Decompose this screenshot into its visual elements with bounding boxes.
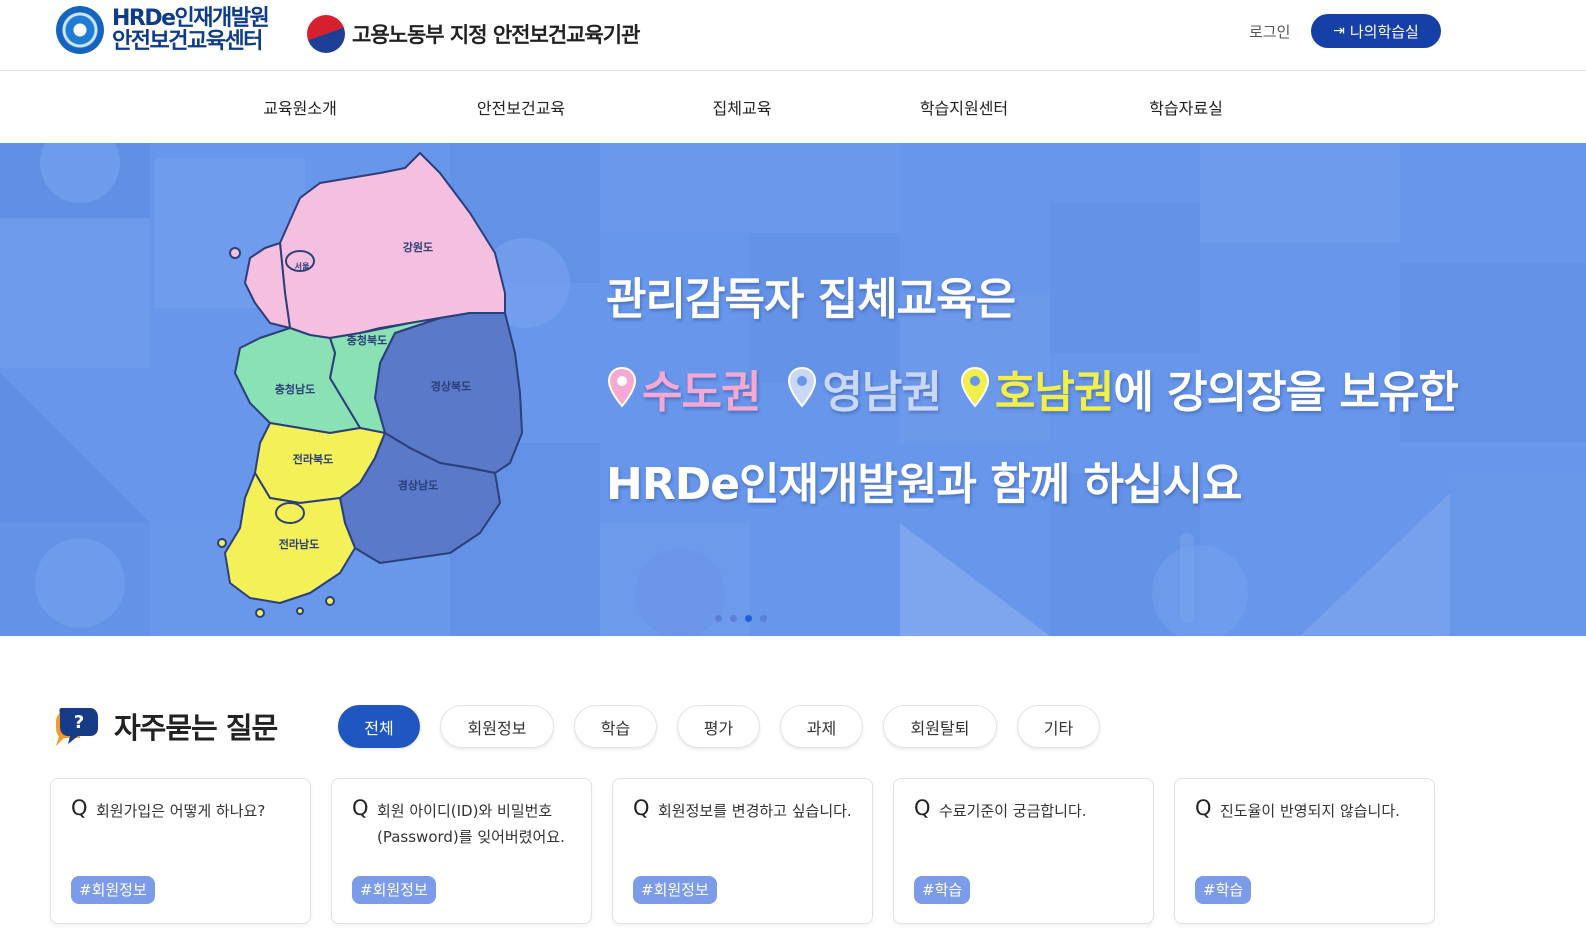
top-header: HRDe인재개발원 안전보건교육센터 고용노동부 지정 안전보건교육기관 로그인… bbox=[0, 0, 1586, 71]
hero-banner[interactable]: 강원도 서울 충청북도 충청남도 경상북도 전라북도 경상남도 전라남도 관리감… bbox=[0, 143, 1586, 636]
region-honam: 호남권 bbox=[994, 367, 1114, 418]
hero-headline-1: 관리감독자 집체교육은 bbox=[606, 274, 1016, 325]
logo-subtitle: 안전보건교육센터 bbox=[112, 29, 263, 54]
logo-emblem-icon bbox=[56, 6, 104, 54]
svg-text:?: ? bbox=[74, 712, 84, 733]
faq-speech-bubble-icon: ? bbox=[56, 708, 98, 746]
faq-question: 수료기준이 궁금합니다. bbox=[939, 802, 1087, 820]
hero-headline-3: HRDe인재개발원과 함께 하십시요 bbox=[606, 459, 1242, 510]
faq-tag[interactable]: #학습 bbox=[914, 876, 971, 904]
my-learning-label: 나의학습실 bbox=[1349, 22, 1419, 41]
slide-dot-2[interactable] bbox=[730, 615, 737, 622]
faq-card[interactable]: Q 회원가입은 어떻게 하나요? #회원정보 bbox=[50, 778, 311, 924]
faq-title: 자주묻는 질문 bbox=[114, 711, 278, 745]
ministry-label: 고용노동부 지정 안전보건교육기관 bbox=[352, 23, 640, 47]
nav-item-group-education[interactable]: 집체교육 bbox=[713, 95, 772, 119]
login-link[interactable]: 로그인 bbox=[1249, 21, 1290, 42]
faq-question: 회원가입은 어떻게 하나요? bbox=[96, 802, 266, 820]
question-mark-label: Q bbox=[71, 796, 88, 820]
map-label-seoul: 서울 bbox=[295, 261, 310, 271]
nav-item-safety-education[interactable]: 안전보건교육 bbox=[477, 95, 565, 119]
slide-dot-4[interactable] bbox=[760, 615, 767, 622]
faq-card[interactable]: Q 진도율이 반영되지 않습니다. #학습 bbox=[1174, 778, 1435, 924]
ministry-badge: 고용노동부 지정 안전보건교육기관 bbox=[307, 15, 640, 53]
slide-dot-3[interactable] bbox=[745, 615, 752, 622]
faq-filter-member-info[interactable]: 회원정보 bbox=[440, 705, 554, 748]
map-label-jeonnam: 전라남도 bbox=[279, 537, 319, 551]
pin-icon-yellow bbox=[960, 366, 989, 408]
map-label-gyeongnam: 경상남도 bbox=[398, 478, 438, 492]
question-mark-label: Q bbox=[633, 796, 650, 820]
faq-filter-etc[interactable]: 기타 bbox=[1017, 705, 1100, 748]
faq-tag[interactable]: #학습 bbox=[1195, 876, 1252, 904]
nav-item-resources[interactable]: 학습자료실 bbox=[1149, 95, 1223, 119]
question-mark-label: Q bbox=[352, 796, 369, 820]
faq-filter-learning[interactable]: 학습 bbox=[574, 705, 657, 748]
faq-filter-evaluation[interactable]: 평가 bbox=[677, 705, 760, 748]
slide-dot-1[interactable] bbox=[715, 615, 722, 622]
slide-indicator bbox=[715, 615, 767, 622]
main-navigation: 교육원소개 안전보건교육 집체교육 학습지원센터 학습자료실 bbox=[0, 71, 1586, 143]
faq-header: ? 자주묻는 질문 bbox=[50, 704, 278, 748]
region-seoul-metro: 수도권 bbox=[642, 367, 761, 418]
faq-filter-all[interactable]: 전체 bbox=[338, 705, 420, 748]
map-label-chungnam: 충청남도 bbox=[275, 382, 315, 396]
faq-card[interactable]: Q 회원 아이디(ID)와 비밀번호(Password)를 잊어버렸어요. #회… bbox=[331, 778, 592, 924]
region-yeongnam: 영남권 bbox=[822, 367, 941, 418]
faq-filter-withdrawal[interactable]: 회원탈퇴 bbox=[883, 705, 997, 748]
pin-icon-pink bbox=[607, 366, 637, 408]
map-label-chungbuk: 충청북도 bbox=[347, 333, 387, 347]
question-mark-label: Q bbox=[914, 796, 931, 820]
nav-item-about[interactable]: 교육원소개 bbox=[263, 95, 337, 119]
map-label-gyeongbuk: 경상북도 bbox=[431, 379, 471, 393]
faq-card[interactable]: Q 수료기준이 궁금합니다. #학습 bbox=[893, 778, 1154, 924]
site-logo[interactable]: HRDe인재개발원 안전보건교육센터 bbox=[56, 5, 270, 54]
logo-title: HRDe인재개발원 bbox=[112, 5, 270, 31]
faq-question: 회원 아이디(ID)와 비밀번호(Password)를 잊어버렸어요. bbox=[377, 802, 565, 846]
faq-filter-assignment[interactable]: 과제 bbox=[780, 705, 863, 748]
hero-headline-2-suffix: 에 강의장을 보유한 bbox=[1113, 367, 1458, 418]
faq-question: 회원정보를 변경하고 싶습니다. bbox=[658, 802, 852, 820]
faq-card[interactable]: Q 회원정보를 변경하고 싶습니다. #회원정보 bbox=[612, 778, 873, 924]
my-learning-button[interactable]: ⇥ 나의학습실 bbox=[1311, 14, 1441, 48]
map-label-gangwon: 강원도 bbox=[403, 240, 433, 254]
question-mark-label: Q bbox=[1195, 796, 1212, 820]
nav-item-support-center[interactable]: 학습지원센터 bbox=[920, 95, 1008, 119]
faq-tag[interactable]: #회원정보 bbox=[352, 876, 436, 904]
hero-headline-2: 수도권 영남권 호남권 에 강의장을 보유한 bbox=[606, 356, 1459, 420]
login-arrow-icon: ⇥ bbox=[1333, 23, 1345, 39]
faq-tag[interactable]: #회원정보 bbox=[71, 876, 155, 904]
map-label-jeonbuk: 전라북도 bbox=[293, 452, 333, 466]
faq-tag[interactable]: #회원정보 bbox=[633, 876, 717, 904]
pin-icon-blue bbox=[788, 366, 817, 408]
taegeuk-icon bbox=[307, 15, 345, 53]
faq-question: 진도율이 반영되지 않습니다. bbox=[1220, 802, 1400, 820]
